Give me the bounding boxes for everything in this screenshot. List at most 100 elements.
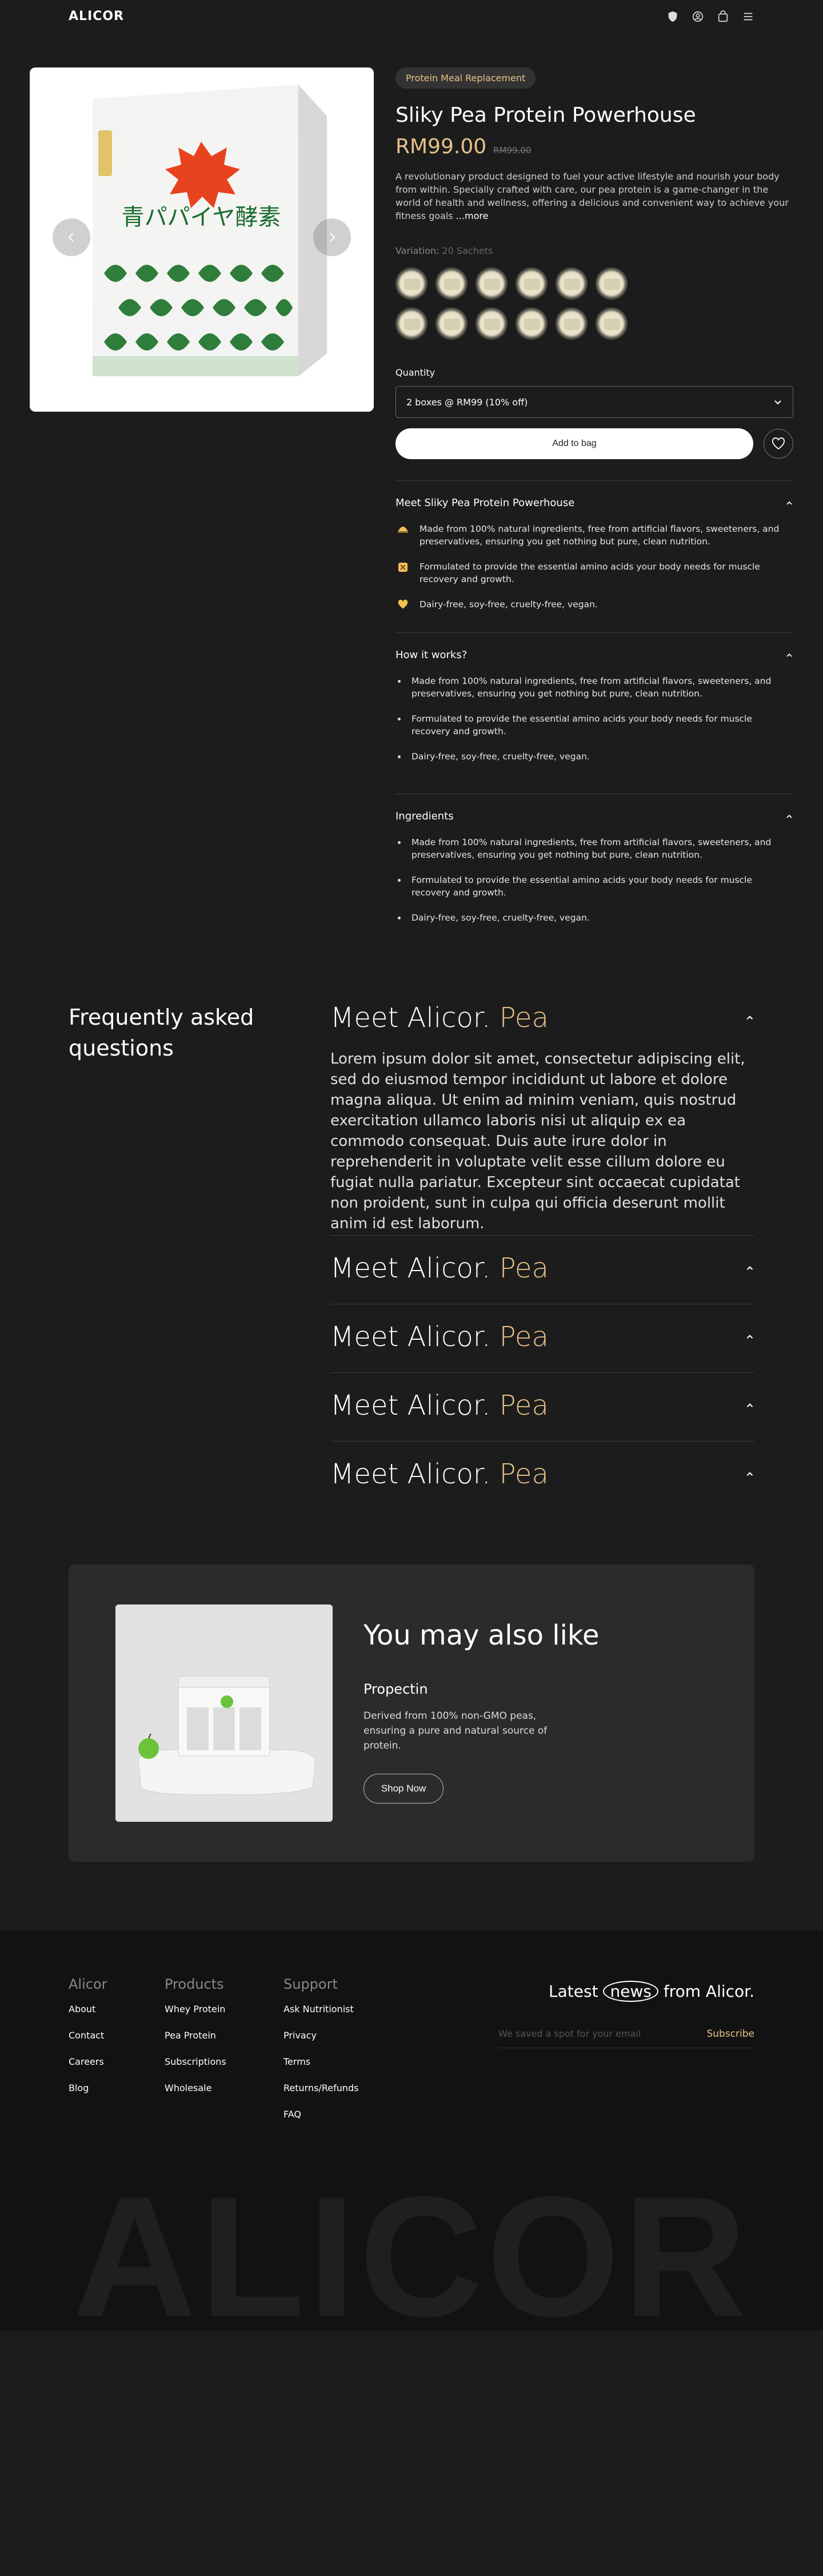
product-info: Protein Meal Replacement Sliky Pea Prote… bbox=[395, 67, 793, 459]
bullet-item: Dairy-free, soy-free, cruelty-free, vega… bbox=[395, 750, 793, 763]
footer-link-whey-protein[interactable]: Whey Protein bbox=[165, 2004, 226, 2014]
product-image-label: 青パパイヤ酵素 bbox=[122, 204, 281, 230]
accordion-meet: Meet Sliky Pea Protein Powerhouse Made f… bbox=[395, 480, 793, 623]
feature-item: Dairy-free, soy-free, cruelty-free, vega… bbox=[395, 598, 793, 611]
faq-divider bbox=[330, 1372, 754, 1373]
bullet-text: Dairy-free, soy-free, cruelty-free, vega… bbox=[412, 913, 590, 923]
email-input[interactable] bbox=[498, 2028, 681, 2039]
variation-swatch[interactable] bbox=[556, 308, 588, 340]
accordion-content: Made from 100% natural ingredients, free… bbox=[395, 836, 793, 924]
bag-icon[interactable] bbox=[717, 10, 729, 23]
variation-swatch[interactable] bbox=[516, 268, 548, 300]
footer-link-subscriptions[interactable]: Subscriptions bbox=[165, 2056, 226, 2067]
footer-link-privacy[interactable]: Privacy bbox=[283, 2030, 358, 2041]
original-price: RM99.00 bbox=[493, 145, 532, 156]
gallery-prev-button[interactable] bbox=[53, 218, 90, 256]
variation-swatch[interactable] bbox=[596, 268, 628, 300]
footer-heading: Alicor bbox=[69, 1976, 107, 1992]
accordion-title: Ingredients bbox=[395, 810, 454, 822]
current-price: RM99.00 bbox=[395, 135, 487, 158]
variation-swatch[interactable] bbox=[556, 268, 588, 300]
accordion-header[interactable]: Ingredients bbox=[395, 794, 793, 822]
variation-swatch[interactable] bbox=[436, 308, 468, 340]
chevron-left-icon bbox=[68, 233, 74, 242]
faq-item: Meet Alicor. Pea bbox=[330, 1321, 754, 1353]
bullet-item: Made from 100% natural ingredients, free… bbox=[395, 836, 793, 861]
recommendation-image[interactable] bbox=[115, 1604, 333, 1822]
site-logo[interactable]: ALICOR bbox=[69, 9, 124, 23]
feature-text: Made from 100% natural ingredients, free… bbox=[420, 524, 780, 547]
faq-question-accent: Pea bbox=[499, 1002, 549, 1034]
add-to-bag-button[interactable]: Add to bag bbox=[395, 428, 753, 459]
site-header: ALICOR bbox=[0, 0, 823, 34]
chevron-down-icon bbox=[774, 400, 781, 405]
faq-question-text: Meet Alicor. bbox=[330, 1389, 491, 1422]
chevron-up-icon bbox=[746, 1016, 753, 1020]
variation-swatch[interactable] bbox=[476, 308, 508, 340]
footer-link-pea-protein[interactable]: Pea Protein bbox=[165, 2030, 226, 2041]
subscribe-button[interactable]: Subscribe bbox=[706, 2028, 754, 2040]
footer-link-faq[interactable]: FAQ bbox=[283, 2109, 358, 2120]
variation-caption: Variation: bbox=[395, 245, 440, 256]
product-title: Sliky Pea Protein Powerhouse bbox=[395, 103, 696, 127]
faq-question-text: Meet Alicor. bbox=[330, 1002, 491, 1034]
newsletter-heading: Latest news from Alicor. bbox=[549, 1981, 754, 2002]
faq-question[interactable]: Meet Alicor. Pea bbox=[330, 1389, 754, 1422]
gallery-next-button[interactable] bbox=[313, 218, 351, 256]
accordion-content: Made from 100% natural ingredients, free… bbox=[395, 675, 793, 763]
bullet-text: Made from 100% natural ingredients, free… bbox=[412, 837, 772, 860]
faq-question-text: Meet Alicor. bbox=[330, 1252, 491, 1284]
feature-item: Formulated to provide the essential amin… bbox=[395, 560, 793, 586]
variation-swatch[interactable] bbox=[516, 308, 548, 340]
footer-heading: Support bbox=[283, 1976, 338, 1992]
shop-now-button[interactable]: Shop Now bbox=[363, 1774, 444, 1803]
footer-link-about[interactable]: About bbox=[69, 2004, 107, 2014]
footer-col-alicor: Alicor About Contact Careers Blog bbox=[69, 1976, 107, 2109]
variation-swatch[interactable] bbox=[476, 268, 508, 300]
chevron-up-icon bbox=[746, 1403, 753, 1408]
footer-link-ask-nutritionist[interactable]: Ask Nutritionist bbox=[283, 2004, 358, 2014]
footer-link-contact[interactable]: Contact bbox=[69, 2030, 107, 2041]
bullet-dot bbox=[397, 841, 401, 844]
shield-icon[interactable] bbox=[666, 10, 679, 23]
footer-link-careers[interactable]: Careers bbox=[69, 2056, 107, 2067]
faq-question[interactable]: Meet Alicor. Pea bbox=[330, 1002, 754, 1034]
account-icon[interactable] bbox=[692, 10, 704, 23]
footer-link-blog[interactable]: Blog bbox=[69, 2083, 107, 2093]
leaf-icon bbox=[395, 523, 410, 548]
footer-link-returns[interactable]: Returns/Refunds bbox=[283, 2083, 358, 2093]
recommendation-heading: You may also like bbox=[363, 1619, 600, 1651]
variation-swatch[interactable] bbox=[395, 268, 428, 300]
footer-wordmark: ALICOR bbox=[73, 2160, 750, 2331]
heart-icon bbox=[772, 437, 785, 450]
chevron-up-icon bbox=[746, 1266, 753, 1271]
faq-item: Meet Alicor. Pea bbox=[330, 1458, 754, 1490]
footer-link-terms[interactable]: Terms bbox=[283, 2056, 358, 2067]
faq-question[interactable]: Meet Alicor. Pea bbox=[330, 1458, 754, 1490]
variation-swatch[interactable] bbox=[436, 268, 468, 300]
variation-swatch[interactable] bbox=[596, 308, 628, 340]
menu-icon[interactable] bbox=[742, 10, 754, 23]
chevron-up-icon bbox=[746, 1335, 753, 1339]
price-row: RM99.00 RM99.00 bbox=[395, 135, 793, 158]
heart-icon bbox=[395, 598, 410, 611]
propectin-product-image bbox=[115, 1604, 333, 1822]
faq-question[interactable]: Meet Alicor. Pea bbox=[330, 1252, 754, 1284]
feature-text: Formulated to provide the essential amin… bbox=[420, 562, 760, 584]
footer-col-support: Support Ask Nutritionist Privacy Terms R… bbox=[283, 1976, 358, 2135]
bullet-dot bbox=[397, 755, 401, 758]
footer-heading: Products bbox=[165, 1976, 224, 1992]
category-badge: Protein Meal Replacement bbox=[395, 67, 536, 89]
quantity-select[interactable]: 2 boxes @ RM99 (10% off) bbox=[395, 386, 793, 418]
variation-swatch[interactable] bbox=[395, 308, 428, 340]
accordion-header[interactable]: How it works? bbox=[395, 633, 793, 661]
wishlist-button[interactable] bbox=[764, 429, 793, 459]
bullet-text: Formulated to provide the essential amin… bbox=[412, 714, 752, 736]
more-link[interactable]: ...more bbox=[456, 210, 489, 221]
recommended-product-name: Propectin bbox=[363, 1681, 428, 1697]
chevron-up-icon bbox=[786, 501, 792, 505]
faq-question[interactable]: Meet Alicor. Pea bbox=[330, 1321, 754, 1353]
accordion-header[interactable]: Meet Sliky Pea Protein Powerhouse bbox=[395, 481, 793, 509]
footer-link-wholesale[interactable]: Wholesale bbox=[165, 2083, 226, 2093]
quantity-label: Quantity bbox=[395, 367, 436, 378]
